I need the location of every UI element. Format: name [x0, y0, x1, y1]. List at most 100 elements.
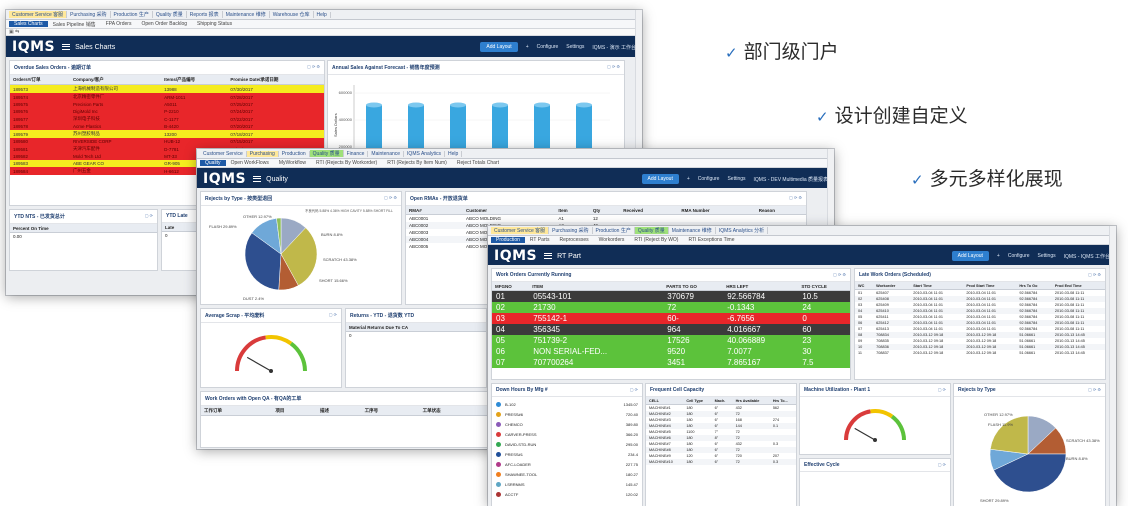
column-header[interactable]: Reason [755, 206, 806, 215]
menu-icon[interactable] [62, 44, 71, 50]
sub-tab[interactable]: RTI (Rejects By Workorder) [311, 160, 382, 166]
column-header[interactable]: Mach. [711, 397, 733, 405]
table-row[interactable]: 05 751739-2 17526 40.066889 23 [492, 335, 850, 346]
module-tab[interactable]: IQMS Analytics [404, 150, 445, 157]
sub-tab[interactable]: Workorders [594, 237, 630, 243]
column-header[interactable]: RMA Number [678, 206, 756, 215]
panel-tools-icon[interactable]: ▢ ⟳ [329, 312, 337, 317]
module-tab[interactable]: Purchasing 采购 [549, 227, 593, 234]
list-item[interactable]: DAVID-STD-RUN 295.00 [496, 439, 638, 449]
user-menu[interactable]: IQMS - DEV Multimedia 质量报表 [754, 176, 828, 183]
menu-icon[interactable] [253, 176, 262, 182]
list-item[interactable]: CARVER-PRESS 366.20 [496, 429, 638, 439]
column-header[interactable]: Items/产品编号 [161, 75, 228, 85]
user-menu[interactable]: IQMS - IQMS 工作台 [1064, 253, 1110, 260]
table-row[interactable]: 03 755142-1 60- -6.7656 0 [492, 313, 850, 324]
table-row[interactable]: 189573 上海机械制造有限公司 13988 07/30/2017 [10, 84, 324, 93]
window-scrollbar[interactable] [1109, 226, 1116, 506]
table-row[interactable]: 189578 Acme Plastics B-4420 07/20/2017 [10, 123, 324, 130]
panel-tools-icon[interactable]: ▢ ⟳ ⚙ [607, 64, 620, 69]
column-header[interactable]: Workorder [873, 282, 911, 290]
module-tab[interactable]: Reports 报表 [187, 11, 223, 18]
module-tab[interactable]: Maintenance 维修 [223, 11, 270, 18]
column-header[interactable]: Qty [589, 206, 621, 215]
panel-tools-icon[interactable]: ▢ ⟳ [145, 213, 153, 218]
sub-tab[interactable]: FPA Orders [101, 21, 137, 27]
panel-tools-icon[interactable]: ▢ ⟳ ⚙ [789, 195, 802, 200]
panel-tools-icon[interactable]: ▢ ⟳ ⚙ [307, 64, 320, 69]
table-row[interactable]: 189575 Precision Parts A5011 07/25/2017 [10, 101, 324, 108]
list-item[interactable]: SHAWNEE-TOOL 180.27 [496, 469, 638, 479]
column-header[interactable]: Hrs Available [732, 397, 770, 405]
table-row[interactable]: 06 NON SERIAL-FED... 9520 7.0077 30 [492, 346, 850, 357]
column-header[interactable]: Company/客户 [69, 75, 162, 85]
list-item[interactable]: PRESS#6 720.40 [496, 409, 638, 419]
column-header[interactable]: Start Time [910, 282, 964, 290]
panel-tools-icon[interactable]: ▢ ⟳ [938, 462, 946, 467]
column-header[interactable]: Received [620, 206, 679, 215]
add-layout-button[interactable]: Add Layout [480, 42, 518, 52]
module-tab[interactable]: Maintenance [368, 150, 405, 157]
module-tab[interactable]: Customer Service [200, 150, 247, 157]
table-row[interactable]: 189580 RIVERSIDE CORP HUB-12 07/15/2017 [10, 138, 324, 145]
column-header[interactable]: Orders#/订单 [10, 75, 70, 85]
sub-tab[interactable]: RTI Exceptions Time [683, 237, 739, 243]
configure-link[interactable]: Configure [698, 176, 720, 182]
table-row[interactable]: 189574 北京精密零件厂 ARM-1011 07/28/2017 [10, 93, 324, 101]
column-header[interactable]: 工单状态 [419, 406, 491, 416]
list-item[interactable]: PRESS#1 234.4 [496, 449, 638, 459]
module-tab[interactable]: Finance [344, 150, 369, 157]
list-item[interactable]: B-102 1345.07 [496, 399, 638, 409]
module-tab[interactable]: Warehouse 仓库 [270, 11, 314, 18]
panel-tools-icon[interactable]: ▢ ⟳ [630, 387, 638, 392]
sub-tab[interactable]: Open WorkFlows [226, 160, 274, 166]
column-header[interactable]: Item [555, 206, 590, 215]
list-item[interactable]: LSRRNMS 145.47 [496, 479, 638, 489]
column-header[interactable]: 描述 [316, 406, 362, 416]
module-tab[interactable]: Purchasing 采购 [67, 11, 111, 18]
sub-tab[interactable]: Shipping Status [192, 21, 237, 27]
module-tab[interactable]: Purchasing [246, 150, 279, 157]
sub-tab[interactable]: Sales Pipeline 销售 [48, 21, 101, 28]
add-layout-button[interactable]: Add Layout [951, 251, 989, 261]
sub-tab[interactable]: Reject Totals Chart [452, 160, 504, 166]
column-header[interactable]: PARTS TO GO [663, 282, 724, 291]
module-tab[interactable]: Customer Service 客服 [491, 227, 550, 234]
list-item[interactable]: AFC-LOADER 227.75 [496, 459, 638, 469]
column-header[interactable]: 工序号 [361, 406, 420, 416]
table-row[interactable]: 07 707700264 3451 7.865167 7.5 [492, 357, 850, 368]
table-row[interactable]: 01 05543-101 370679 92.566784 10.5 [492, 290, 850, 302]
table-row[interactable]: 189576 DigiMold Inc P-2210 07/24/2017 [10, 108, 324, 115]
sub-tab[interactable]: Quality [200, 160, 226, 166]
sub-tab[interactable]: RTI (Reject By WO) [629, 237, 683, 243]
column-header[interactable]: 工作订单 [201, 406, 273, 416]
column-header[interactable]: WC [855, 282, 874, 290]
table-row[interactable]: 02 21730 72 -0.1343 24 [492, 302, 850, 313]
column-header[interactable]: Customer [462, 206, 556, 215]
module-tab[interactable]: Quality 质量 [153, 11, 187, 18]
sub-tab[interactable]: Reprocesses [554, 237, 593, 243]
column-header[interactable]: MFGNO [492, 282, 530, 291]
panel-tools-icon[interactable]: ▢ ⟳ [938, 387, 946, 392]
module-tab[interactable]: IQMS Analytics 分析 [716, 227, 769, 234]
settings-link[interactable]: Settings [1038, 253, 1056, 259]
column-header[interactable]: Prod End Time [1051, 282, 1105, 290]
column-header[interactable]: STD CYCLE [798, 282, 850, 291]
list-item[interactable]: CHEMCO 389.80 [496, 419, 638, 429]
sub-tab[interactable]: RTI (Rejects By Item Num) [382, 160, 452, 166]
table-row[interactable]: 189579 苏州塑胶制品 13200 07/18/2017 [10, 130, 324, 138]
panel-tools-icon[interactable]: ▢ ⟳ ⚙ [1088, 272, 1101, 277]
panel-tools-icon[interactable]: ▢ ⟳ ⚙ [1088, 387, 1101, 392]
settings-link[interactable]: Settings [566, 44, 584, 50]
panel-tools-icon[interactable]: ▢ ⟳ ⚙ [833, 272, 846, 277]
sub-tab[interactable]: RT Parts [525, 237, 555, 243]
column-header[interactable]: HRS LEFT [723, 282, 799, 291]
user-menu[interactable]: IQMS - 演示 工作台 [592, 44, 636, 51]
plus-icon[interactable]: + [997, 253, 1000, 259]
table-row[interactable]: ABC0001 ABCO MOLDING A1 12 [406, 214, 806, 222]
plus-icon[interactable]: + [687, 176, 690, 182]
module-tab[interactable]: Help [314, 11, 331, 18]
sub-tab[interactable]: Sales Charts [9, 21, 48, 27]
module-tab[interactable]: Production [279, 150, 310, 157]
module-tab[interactable]: Quality 质量 [309, 150, 344, 157]
